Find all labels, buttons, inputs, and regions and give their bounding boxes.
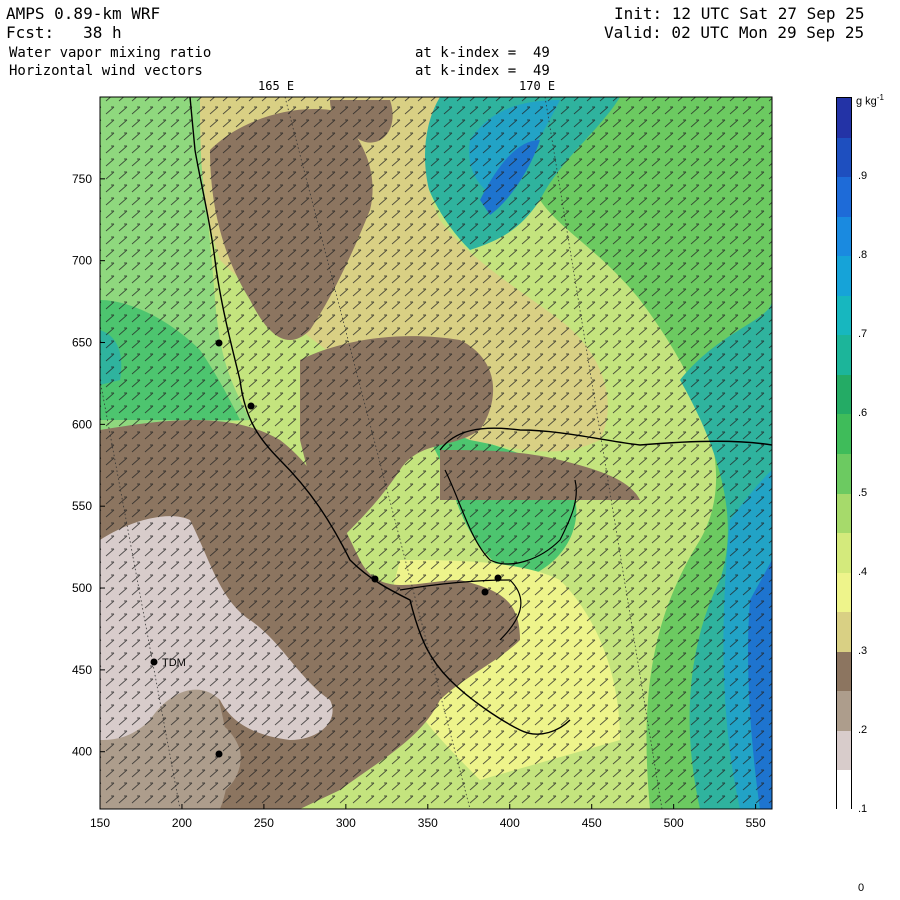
colorbar-label: .8 xyxy=(858,249,868,262)
colorbar-label: 0 xyxy=(858,882,865,895)
colorbar-unit: g kg-1 xyxy=(856,93,884,108)
station-dot xyxy=(371,575,379,583)
mixing-ratio-map: TDM 150 200 250 300 350 400 450 500 550 750 700 65… xyxy=(72,96,773,830)
colorbar-label: .1 xyxy=(858,803,868,815)
colorbar-label: .9 xyxy=(858,170,868,183)
y-tick-label: 500 xyxy=(72,581,92,595)
station-dot-tdm xyxy=(150,658,158,666)
colorbar-segment xyxy=(837,651,851,692)
x-tick-label: 350 xyxy=(418,816,438,830)
station-dot xyxy=(481,588,489,596)
colorbar-label: .7 xyxy=(858,328,868,341)
colorbar-unit-exp: -1 xyxy=(876,93,884,102)
colorbar-segment xyxy=(837,335,851,376)
colorbar-label: .4 xyxy=(858,565,868,578)
x-tick-label: 500 xyxy=(664,816,684,830)
colorbar xyxy=(836,97,852,811)
colorbar-segment xyxy=(837,730,851,771)
colorbar-segment xyxy=(837,533,851,574)
colorbar-label: .3 xyxy=(858,644,868,657)
colorbar-segment xyxy=(837,256,851,297)
x-tick-label: 200 xyxy=(172,816,192,830)
colorbar-segment xyxy=(837,770,851,811)
station-dot xyxy=(215,750,223,758)
x-tick-label: 400 xyxy=(500,816,520,830)
y-tick-label: 600 xyxy=(72,417,92,431)
y-tick-label: 750 xyxy=(72,172,92,186)
colorbar-segment xyxy=(837,612,851,653)
station-dot xyxy=(215,339,223,347)
colorbar-segment xyxy=(837,572,851,613)
station-dot xyxy=(247,402,255,410)
y-tick-label: 650 xyxy=(72,336,92,350)
wind-vectors xyxy=(100,97,772,809)
x-tick-label: 250 xyxy=(254,816,274,830)
map-field xyxy=(100,97,772,809)
x-tick-label: 150 xyxy=(90,816,110,830)
colorbar-segment xyxy=(837,493,851,534)
y-tick-label: 700 xyxy=(72,254,92,268)
x-tick-label: 550 xyxy=(746,816,766,830)
station-label-tdm: TDM xyxy=(162,657,186,669)
colorbar-unit-text: g kg xyxy=(856,95,877,108)
y-tick-label: 450 xyxy=(72,663,92,677)
colorbar-segment xyxy=(837,216,851,257)
colorbar-segment xyxy=(837,414,851,455)
x-tick-label: 450 xyxy=(582,816,602,830)
colorbar-label: .5 xyxy=(858,486,868,499)
y-tick-label: 400 xyxy=(72,745,92,759)
colorbar-segment xyxy=(837,98,851,139)
y-tick-label: 550 xyxy=(72,499,92,513)
colorbar-segment xyxy=(837,374,851,415)
colorbar-label: .6 xyxy=(858,407,868,420)
colorbar-segment xyxy=(837,137,851,178)
colorbar-label: .2 xyxy=(858,723,868,736)
colorbar-segment xyxy=(837,295,851,336)
colorbar-segment xyxy=(837,691,851,732)
station-dot xyxy=(494,574,502,582)
x-tick-label: 300 xyxy=(336,816,356,830)
colorbar-segment xyxy=(837,177,851,218)
colorbar-segment xyxy=(837,454,851,495)
